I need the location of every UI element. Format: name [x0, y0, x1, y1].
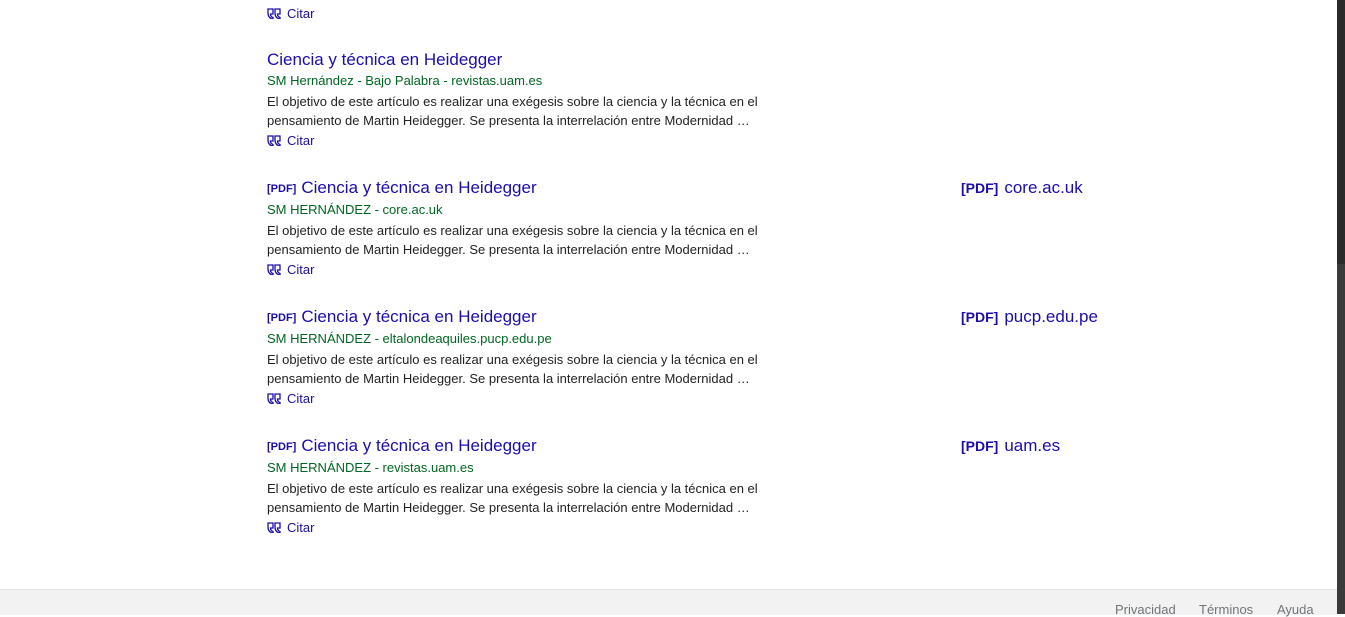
footer-terms-link[interactable]: Términos — [1199, 602, 1253, 617]
footer-help-link[interactable]: Ayuda — [1277, 602, 1314, 617]
search-result: [PDF] Ciencia y técnica en Heidegger SM H… — [267, 307, 787, 407]
pdf-tag: [PDF] — [961, 438, 999, 454]
cite-label: Citar — [287, 390, 315, 406]
cite-button[interactable]: Citar — [267, 389, 787, 407]
result-meta: SM HERNÁNDEZ - core.ac.uk — [267, 202, 443, 217]
snippet-line: pensamiento de Martin Heidegger. Se pres… — [267, 113, 750, 128]
pdf-tag: [PDF] — [961, 309, 999, 325]
result-title: Ciencia y técnica en Heidegger — [301, 307, 537, 326]
snippet-line: El objetivo de este artículo es realizar… — [267, 352, 758, 367]
cite-button[interactable]: Citar — [267, 131, 787, 149]
side-domain: uam.es — [1004, 436, 1061, 455]
result-snippet: El objetivo de este artículo es realizar… — [267, 479, 767, 517]
result-title: Ciencia y técnica en Heidegger — [301, 178, 537, 197]
result-snippet: El objetivo de este artículo es realizar… — [267, 221, 767, 259]
result-title-link[interactable]: [PDF] Ciencia y técnica en Heidegger — [267, 436, 787, 457]
quote-icon — [267, 134, 283, 146]
search-result: [PDF] Ciencia y técnica en Heidegger SM H… — [267, 436, 787, 536]
snippet-line: pensamiento de Martin Heidegger. Se pres… — [267, 242, 750, 257]
pdf-tag: [PDF] — [267, 312, 297, 324]
snippet-line: pensamiento de Martin Heidegger. Se pres… — [267, 371, 750, 386]
result-meta: SM HERNÁNDEZ - eltalondeaquiles.pucp.edu… — [267, 331, 552, 346]
snippet-line: El objetivo de este artículo es realizar… — [267, 223, 758, 238]
quote-icon — [267, 392, 283, 404]
result-title-link[interactable]: [PDF] Ciencia y técnica en Heidegger — [267, 178, 787, 199]
result-title-link[interactable]: [PDF] Ciencia y técnica en Heidegger — [267, 307, 787, 328]
cite-button[interactable]: Citar — [267, 518, 787, 536]
cite-label: Citar — [287, 5, 315, 21]
result-title: Ciencia y técnica en Heidegger — [301, 436, 537, 455]
cite-button[interactable]: Citar — [267, 260, 787, 278]
side-pdf-link[interactable]: [PDF] uam.es — [961, 436, 1060, 456]
scrollbar-thumb[interactable] — [1337, 264, 1345, 614]
footer-privacy-link[interactable]: Privacidad — [1115, 602, 1176, 617]
result-meta: SM Hernández - Bajo Palabra - revistas.u… — [267, 73, 543, 88]
side-domain: pucp.edu.pe — [1004, 307, 1098, 326]
side-pdf-link[interactable]: [PDF] core.ac.uk — [961, 178, 1083, 198]
footer: Privacidad Términos Ayuda — [0, 589, 1337, 617]
result-snippet: El objetivo de este artículo es realizar… — [267, 350, 767, 388]
cite-label: Citar — [287, 261, 315, 277]
cite-label: Citar — [287, 519, 315, 535]
pdf-tag: [PDF] — [267, 183, 297, 195]
snippet-line: pensamiento de Martin Heidegger. Se pres… — [267, 500, 750, 515]
snippet-line: El objetivo de este artículo es realizar… — [267, 481, 758, 496]
cite-label: Citar — [287, 132, 315, 148]
pdf-tag: [PDF] — [267, 441, 297, 453]
side-domain: core.ac.uk — [1004, 178, 1083, 197]
vertical-scrollbar[interactable] — [1337, 0, 1345, 614]
scrollbar-track[interactable] — [1337, 0, 1345, 264]
cite-button[interactable]: Citar — [267, 4, 314, 22]
result-meta: SM HERNÁNDEZ - revistas.uam.es — [267, 460, 474, 475]
result-title-link[interactable]: Ciencia y técnica en Heidegger — [267, 50, 787, 70]
search-result: [PDF] Ciencia y técnica en Heidegger SM H… — [267, 178, 787, 278]
result-snippet: El objetivo de este artículo es realizar… — [267, 92, 767, 130]
side-pdf-link[interactable]: [PDF] pucp.edu.pe — [961, 307, 1098, 327]
quote-icon — [267, 263, 283, 275]
snippet-line: El objetivo de este artículo es realizar… — [267, 94, 758, 109]
quote-icon — [267, 7, 283, 19]
search-result: Ciencia y técnica en Heidegger SM Hernán… — [267, 50, 787, 149]
pdf-tag: [PDF] — [961, 180, 999, 196]
quote-icon — [267, 521, 283, 533]
